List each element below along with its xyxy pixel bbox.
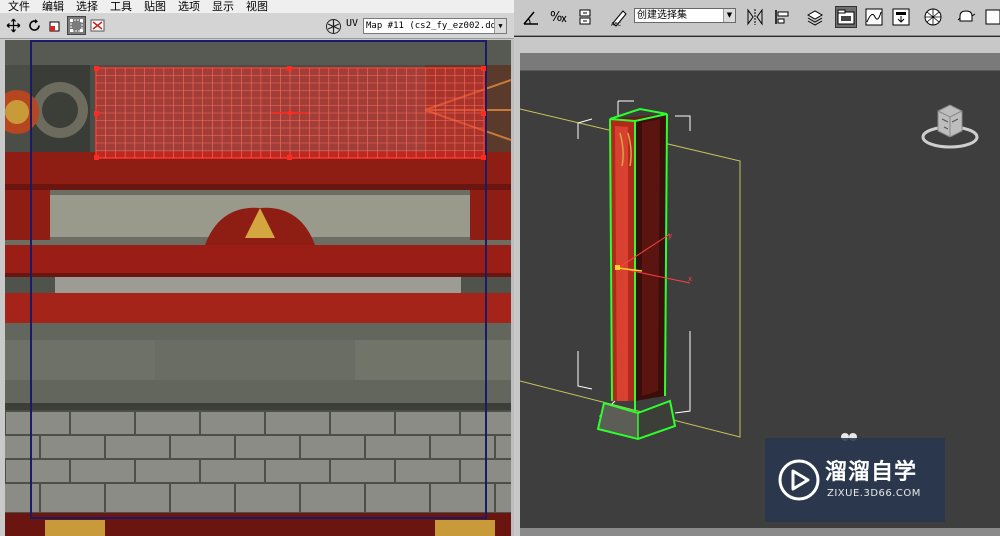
menu-mapping[interactable]: 贴图	[144, 0, 166, 13]
menu-select[interactable]: 选择	[76, 0, 98, 13]
viewcube-icon	[921, 104, 979, 149]
play-logo-icon	[778, 459, 820, 501]
uv-editor-window: 文件 编辑 选择 工具 贴图 选项 显示 视图 UV Map #11 (cs2_…	[0, 0, 514, 536]
watermark: 溜溜自学 ZIXUE.3D66.COM	[765, 438, 945, 522]
menu-view[interactable]: 视图	[246, 0, 268, 13]
freeform-tool-button[interactable]	[67, 16, 86, 35]
scene-explorer-button[interactable]	[835, 6, 857, 28]
watermark-url: ZIXUE.3D66.COM	[827, 488, 921, 499]
layers-icon	[806, 10, 824, 26]
angle-snap-icon	[523, 11, 538, 25]
mirror-icon	[90, 19, 105, 32]
x-axis-label: x	[688, 275, 692, 283]
menu-display[interactable]: 显示	[212, 0, 234, 13]
menu-edit[interactable]: 编辑	[42, 0, 64, 13]
percent-snap-icon: %	[550, 10, 567, 25]
folder-icon	[837, 9, 855, 25]
chevron-down-icon: ▼	[494, 19, 506, 33]
edit-named-selection-button[interactable]: ABC	[608, 6, 630, 28]
schematic-view-icon	[892, 8, 910, 26]
render-setup-button[interactable]	[955, 6, 977, 28]
rotate-icon	[29, 19, 40, 31]
material-editor-button[interactable]	[922, 6, 944, 28]
mirror-icon	[747, 8, 763, 26]
percent-snap-button[interactable]: %	[548, 6, 570, 28]
rendered-frame-icon	[985, 9, 1000, 25]
svg-text:ABC: ABC	[611, 22, 622, 27]
spinner-snap-icon	[579, 9, 591, 25]
mirror-button[interactable]	[744, 6, 766, 28]
svg-text:%: %	[550, 10, 562, 25]
mirror-tool-button[interactable]	[88, 16, 107, 35]
teapot-icon	[957, 10, 976, 22]
texture-image	[5, 40, 511, 536]
spinner-snap-button[interactable]	[575, 6, 597, 28]
snap-angle-button[interactable]	[520, 6, 542, 28]
checker-sphere-icon	[326, 19, 341, 34]
curve-editor-button[interactable]	[863, 6, 885, 28]
map-select-dropdown[interactable]: Map #11 (cs2_fy_ez002.dd: ▼	[363, 18, 507, 34]
viewport-bottom-bar	[520, 528, 1000, 536]
menu-options[interactable]: 选项	[178, 0, 200, 13]
rotate-tool-button[interactable]	[25, 16, 44, 35]
rendered-frame-button[interactable]	[982, 6, 1000, 28]
viewport-header	[520, 53, 1000, 70]
uv-channel-label: UV	[346, 18, 359, 29]
viewcube[interactable]	[920, 99, 980, 151]
ribbon-strip	[514, 37, 1000, 53]
uv-menubar: 文件 编辑 选择 工具 贴图 选项 显示 视图	[0, 0, 514, 13]
scale-icon	[49, 21, 60, 32]
uv-texture-canvas[interactable]	[5, 40, 511, 536]
map-select-value: Map #11 (cs2_fy_ez002.dd:	[366, 21, 502, 31]
move-tool-button[interactable]	[4, 16, 23, 35]
move-icon	[6, 18, 21, 33]
align-icon	[775, 10, 789, 24]
pencil-icon: ABC	[611, 10, 627, 27]
y-axis-label: y	[668, 232, 672, 240]
uv-selection-grid[interactable]	[94, 66, 486, 160]
menu-tools[interactable]: 工具	[110, 0, 132, 13]
named-selection-set-dropdown[interactable]: 创建选择集 ▼	[634, 8, 736, 23]
checker-toggle-button[interactable]	[325, 18, 342, 35]
curve-editor-icon	[865, 8, 883, 26]
material-sphere-icon	[924, 8, 942, 26]
layer-manager-button[interactable]	[804, 6, 826, 28]
menu-file[interactable]: 文件	[8, 0, 30, 13]
freeform-icon	[70, 19, 83, 32]
align-button[interactable]	[772, 6, 794, 28]
schematic-view-button[interactable]	[890, 6, 912, 28]
scale-tool-button[interactable]	[46, 16, 65, 35]
selection-set-value: 创建选择集	[637, 10, 687, 21]
chevron-down-icon: ▼	[723, 9, 735, 22]
pillar-object[interactable]	[596, 107, 677, 441]
watermark-title: 溜溜自学	[825, 460, 918, 485]
